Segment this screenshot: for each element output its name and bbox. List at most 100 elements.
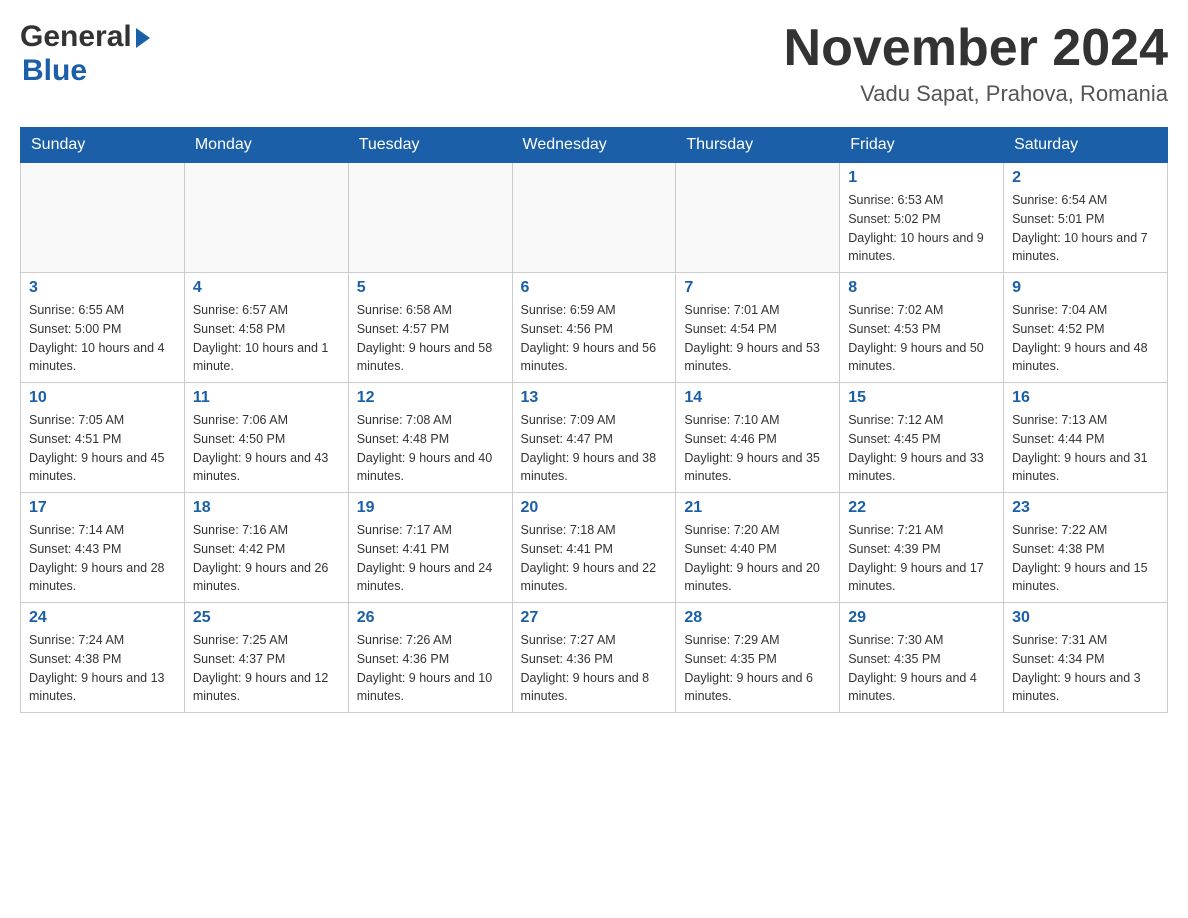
day-info: Sunrise: 6:58 AM Sunset: 4:57 PM Dayligh… [357, 301, 504, 376]
title-section: November 2024 Vadu Sapat, Prahova, Roman… [784, 20, 1168, 107]
calendar-day-cell: 19 Sunrise: 7:17 AM Sunset: 4:41 PM Dayli… [348, 493, 512, 603]
calendar-day-cell [348, 163, 512, 273]
day-number: 5 [357, 279, 504, 297]
calendar-day-cell: 15Sunrise: 7:12 AM Sunset: 4:45 PM Dayli… [840, 383, 1004, 493]
calendar-day-cell: 2 Sunrise: 6:54 AM Sunset: 5:01 PM Daylig… [1004, 163, 1168, 273]
calendar-week-row: 3 Sunrise: 6:55 AM Sunset: 5:00 PM Daylig… [21, 273, 1168, 383]
day-info: Sunrise: 6:57 AM Sunset: 4:58 PM Dayligh… [193, 301, 340, 376]
day-number: 24 [29, 609, 176, 627]
day-number: 25 [193, 609, 340, 627]
day-number: 26 [357, 609, 504, 627]
calendar-table: SundayMondayTuesdayWednesdayThursdayFrid… [20, 127, 1168, 713]
day-of-week-header: Monday [184, 128, 348, 163]
day-info: Sunrise: 7:12 AM Sunset: 4:45 PM Dayligh… [848, 411, 995, 486]
logo-blue: Blue [22, 54, 87, 87]
day-number: 6 [521, 279, 668, 297]
calendar-day-cell: 11 Sunrise: 7:06 AM Sunset: 4:50 PM Dayli… [184, 383, 348, 493]
day-number: 21 [684, 499, 831, 517]
calendar-day-cell: 5 Sunrise: 6:58 AM Sunset: 4:57 PM Daylig… [348, 273, 512, 383]
day-info: Sunrise: 7:09 AM Sunset: 4:47 PM Dayligh… [521, 411, 668, 486]
calendar-day-cell [676, 163, 840, 273]
day-of-week-header: Tuesday [348, 128, 512, 163]
day-number: 22 [848, 499, 995, 517]
day-info: Sunrise: 6:53 AM Sunset: 5:02 PM Dayligh… [848, 191, 995, 266]
day-info: Sunrise: 7:21 AM Sunset: 4:39 PM Dayligh… [848, 521, 995, 596]
day-number: 9 [1012, 279, 1159, 297]
day-info: Sunrise: 7:27 AM Sunset: 4:36 PM Dayligh… [521, 631, 668, 706]
day-number: 20 [521, 499, 668, 517]
day-info: Sunrise: 7:17 AM Sunset: 4:41 PM Dayligh… [357, 521, 504, 596]
day-info: Sunrise: 7:04 AM Sunset: 4:52 PM Dayligh… [1012, 301, 1159, 376]
day-info: Sunrise: 6:59 AM Sunset: 4:56 PM Dayligh… [521, 301, 668, 376]
day-info: Sunrise: 7:30 AM Sunset: 4:35 PM Dayligh… [848, 631, 995, 706]
day-info: Sunrise: 7:06 AM Sunset: 4:50 PM Dayligh… [193, 411, 340, 486]
day-info: Sunrise: 7:22 AM Sunset: 4:38 PM Dayligh… [1012, 521, 1159, 596]
day-number: 3 [29, 279, 176, 297]
day-number: 10 [29, 389, 176, 407]
day-number: 4 [193, 279, 340, 297]
calendar-week-row: 10 Sunrise: 7:05 AM Sunset: 4:51 PM Dayli… [21, 383, 1168, 493]
day-number: 12 [357, 389, 504, 407]
day-number: 30 [1012, 609, 1159, 627]
calendar-day-cell: 4 Sunrise: 6:57 AM Sunset: 4:58 PM Daylig… [184, 273, 348, 383]
day-of-week-header: Saturday [1004, 128, 1168, 163]
calendar-day-cell: 12 Sunrise: 7:08 AM Sunset: 4:48 PM Dayli… [348, 383, 512, 493]
calendar-day-cell: 25 Sunrise: 7:25 AM Sunset: 4:37 PM Dayli… [184, 603, 348, 713]
day-info: Sunrise: 7:10 AM Sunset: 4:46 PM Dayligh… [684, 411, 831, 486]
day-info: Sunrise: 7:24 AM Sunset: 4:38 PM Dayligh… [29, 631, 176, 706]
calendar-day-cell [512, 163, 676, 273]
calendar-header-row: SundayMondayTuesdayWednesdayThursdayFrid… [21, 128, 1168, 163]
calendar-day-cell [184, 163, 348, 273]
day-number: 17 [29, 499, 176, 517]
calendar-week-row: 17 Sunrise: 7:14 AM Sunset: 4:43 PM Dayli… [21, 493, 1168, 603]
calendar-day-cell: 7 Sunrise: 7:01 AM Sunset: 4:54 PM Daylig… [676, 273, 840, 383]
day-info: Sunrise: 7:20 AM Sunset: 4:40 PM Dayligh… [684, 521, 831, 596]
calendar-day-cell: 27Sunrise: 7:27 AM Sunset: 4:36 PM Dayli… [512, 603, 676, 713]
day-info: Sunrise: 7:25 AM Sunset: 4:37 PM Dayligh… [193, 631, 340, 706]
day-number: 7 [684, 279, 831, 297]
calendar-day-cell: 29 Sunrise: 7:30 AM Sunset: 4:35 PM Dayli… [840, 603, 1004, 713]
day-number: 8 [848, 279, 995, 297]
calendar-day-cell: 8Sunrise: 7:02 AM Sunset: 4:53 PM Daylig… [840, 273, 1004, 383]
day-number: 2 [1012, 169, 1159, 187]
day-info: Sunrise: 7:01 AM Sunset: 4:54 PM Dayligh… [684, 301, 831, 376]
calendar-day-cell: 6 Sunrise: 6:59 AM Sunset: 4:56 PM Daylig… [512, 273, 676, 383]
calendar-day-cell: 13 Sunrise: 7:09 AM Sunset: 4:47 PM Dayli… [512, 383, 676, 493]
calendar-day-cell: 3 Sunrise: 6:55 AM Sunset: 5:00 PM Daylig… [21, 273, 185, 383]
day-info: Sunrise: 7:08 AM Sunset: 4:48 PM Dayligh… [357, 411, 504, 486]
day-info: Sunrise: 7:16 AM Sunset: 4:42 PM Dayligh… [193, 521, 340, 596]
day-number: 23 [1012, 499, 1159, 517]
day-info: Sunrise: 7:18 AM Sunset: 4:41 PM Dayligh… [521, 521, 668, 596]
logo-general: General [20, 20, 150, 54]
day-info: Sunrise: 7:26 AM Sunset: 4:36 PM Dayligh… [357, 631, 504, 706]
calendar-day-cell: 23 Sunrise: 7:22 AM Sunset: 4:38 PM Dayli… [1004, 493, 1168, 603]
calendar-day-cell: 10 Sunrise: 7:05 AM Sunset: 4:51 PM Dayli… [21, 383, 185, 493]
day-number: 16 [1012, 389, 1159, 407]
calendar-day-cell: 16 Sunrise: 7:13 AM Sunset: 4:44 PM Dayli… [1004, 383, 1168, 493]
calendar-day-cell: 14 Sunrise: 7:10 AM Sunset: 4:46 PM Dayli… [676, 383, 840, 493]
day-info: Sunrise: 6:54 AM Sunset: 5:01 PM Dayligh… [1012, 191, 1159, 266]
calendar-day-cell: 22 Sunrise: 7:21 AM Sunset: 4:39 PM Dayli… [840, 493, 1004, 603]
day-number: 14 [684, 389, 831, 407]
day-of-week-header: Wednesday [512, 128, 676, 163]
day-of-week-header: Friday [840, 128, 1004, 163]
day-number: 29 [848, 609, 995, 627]
calendar-day-cell [21, 163, 185, 273]
day-number: 11 [193, 389, 340, 407]
day-info: Sunrise: 7:14 AM Sunset: 4:43 PM Dayligh… [29, 521, 176, 596]
calendar-week-row: 1Sunrise: 6:53 AM Sunset: 5:02 PM Daylig… [21, 163, 1168, 273]
calendar-day-cell: 20 Sunrise: 7:18 AM Sunset: 4:41 PM Dayli… [512, 493, 676, 603]
calendar-day-cell: 9 Sunrise: 7:04 AM Sunset: 4:52 PM Daylig… [1004, 273, 1168, 383]
day-info: Sunrise: 7:13 AM Sunset: 4:44 PM Dayligh… [1012, 411, 1159, 486]
day-info: Sunrise: 6:55 AM Sunset: 5:00 PM Dayligh… [29, 301, 176, 376]
calendar-day-cell: 17 Sunrise: 7:14 AM Sunset: 4:43 PM Dayli… [21, 493, 185, 603]
calendar-day-cell: 1Sunrise: 6:53 AM Sunset: 5:02 PM Daylig… [840, 163, 1004, 273]
day-number: 13 [521, 389, 668, 407]
logo: General Blue [20, 20, 150, 88]
month-title: November 2024 [784, 20, 1168, 77]
calendar-day-cell: 21 Sunrise: 7:20 AM Sunset: 4:40 PM Dayli… [676, 493, 840, 603]
calendar-day-cell: 28Sunrise: 7:29 AM Sunset: 4:35 PM Dayli… [676, 603, 840, 713]
day-info: Sunrise: 7:31 AM Sunset: 4:34 PM Dayligh… [1012, 631, 1159, 706]
day-number: 19 [357, 499, 504, 517]
day-info: Sunrise: 7:05 AM Sunset: 4:51 PM Dayligh… [29, 411, 176, 486]
